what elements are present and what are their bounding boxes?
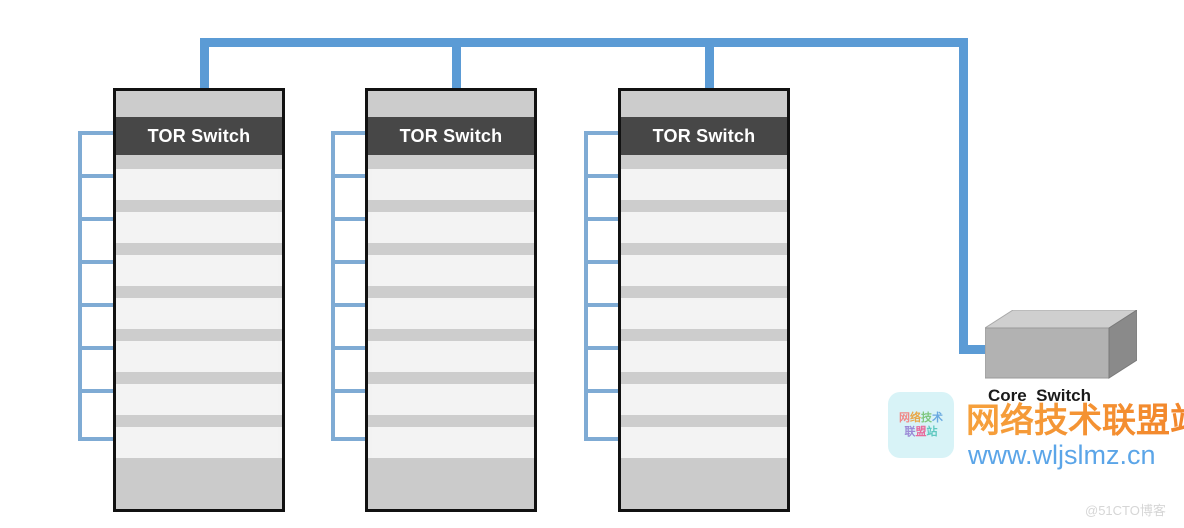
rack-divider <box>368 243 534 255</box>
server-slot[interactable] <box>120 341 278 372</box>
rack-divider <box>116 372 282 384</box>
server-slot[interactable] <box>372 255 530 286</box>
server-slot[interactable] <box>120 384 278 415</box>
badge-char: 技 <box>921 411 932 424</box>
server-slot[interactable] <box>625 212 783 243</box>
server-slot[interactable] <box>372 169 530 200</box>
rack-sub-panel <box>368 155 534 169</box>
server-slot[interactable] <box>120 298 278 329</box>
rack-divider <box>621 415 787 427</box>
server-slot[interactable] <box>372 384 530 415</box>
watermark-badge-line1: 网络技术 <box>899 412 943 424</box>
rack-bottom-panel <box>116 458 282 509</box>
rack-top-panel <box>116 91 282 117</box>
rack-divider <box>116 286 282 298</box>
rack-sub-panel <box>621 155 787 169</box>
badge-char: 联 <box>904 426 916 438</box>
core-switch-3d-icon <box>983 309 1139 379</box>
rack-divider <box>368 329 534 341</box>
rack-divider <box>621 372 787 384</box>
watermark-title: 网络技术联盟站 <box>966 393 1184 442</box>
badge-char: 站 <box>926 426 938 438</box>
badge-char: 盟 <box>915 426 927 438</box>
trunk-drop-core-switch <box>959 38 968 353</box>
badge-char: 网 <box>899 411 910 424</box>
rack-divider <box>116 243 282 255</box>
rack-divider <box>368 415 534 427</box>
rack-top-panel <box>621 91 787 117</box>
trunk-horizontal-cable <box>200 38 968 47</box>
rack-divider <box>116 200 282 212</box>
server-slot[interactable] <box>120 427 278 458</box>
rack-bottom-panel <box>368 458 534 509</box>
rack-sub-panel <box>116 155 282 169</box>
server-slot[interactable] <box>625 427 783 458</box>
badge-char: 术 <box>932 411 943 424</box>
rack-bottom-panel <box>621 458 787 509</box>
rack-1[interactable]: TOR Switch <box>113 88 285 512</box>
rack-divider <box>621 329 787 341</box>
rack-3[interactable]: TOR Switch <box>618 88 790 512</box>
tor-switch-label-rack-3: TOR Switch <box>621 117 787 155</box>
rack-divider <box>621 286 787 298</box>
rack-2[interactable]: TOR Switch <box>365 88 537 512</box>
tor-switch-label-rack-2: TOR Switch <box>368 117 534 155</box>
rack-divider <box>368 372 534 384</box>
server-slot[interactable] <box>625 384 783 415</box>
server-slot[interactable] <box>372 212 530 243</box>
watermark-badge-logo: 网络技术 联盟站 <box>888 392 954 458</box>
tor-switch-label-rack-1: TOR Switch <box>116 117 282 155</box>
rack-divider <box>621 200 787 212</box>
server-slot[interactable] <box>372 298 530 329</box>
watermark-badge-line2: 联盟站 <box>905 426 938 438</box>
rack-divider <box>368 286 534 298</box>
server-slot[interactable] <box>625 255 783 286</box>
server-slot[interactable] <box>625 169 783 200</box>
server-slot[interactable] <box>372 341 530 372</box>
rack-divider <box>368 200 534 212</box>
diagram-canvas: TOR Switch TOR Switch TOR Switch 网络技术 联盟… <box>0 0 1184 528</box>
server-slot[interactable] <box>625 341 783 372</box>
watermark-url: www.wljslmz.cn <box>968 440 1156 470</box>
rack-top-panel <box>368 91 534 117</box>
server-slot[interactable] <box>625 298 783 329</box>
server-slot[interactable] <box>372 427 530 458</box>
badge-char: 络 <box>910 411 921 424</box>
server-slot[interactable] <box>120 212 278 243</box>
rack-divider <box>621 243 787 255</box>
rack-divider <box>116 415 282 427</box>
core-switch[interactable] <box>983 309 1139 382</box>
rack-divider <box>116 329 282 341</box>
server-slot[interactable] <box>120 169 278 200</box>
server-slot[interactable] <box>120 255 278 286</box>
attribution-text: @51CTO博客 <box>1085 503 1166 518</box>
